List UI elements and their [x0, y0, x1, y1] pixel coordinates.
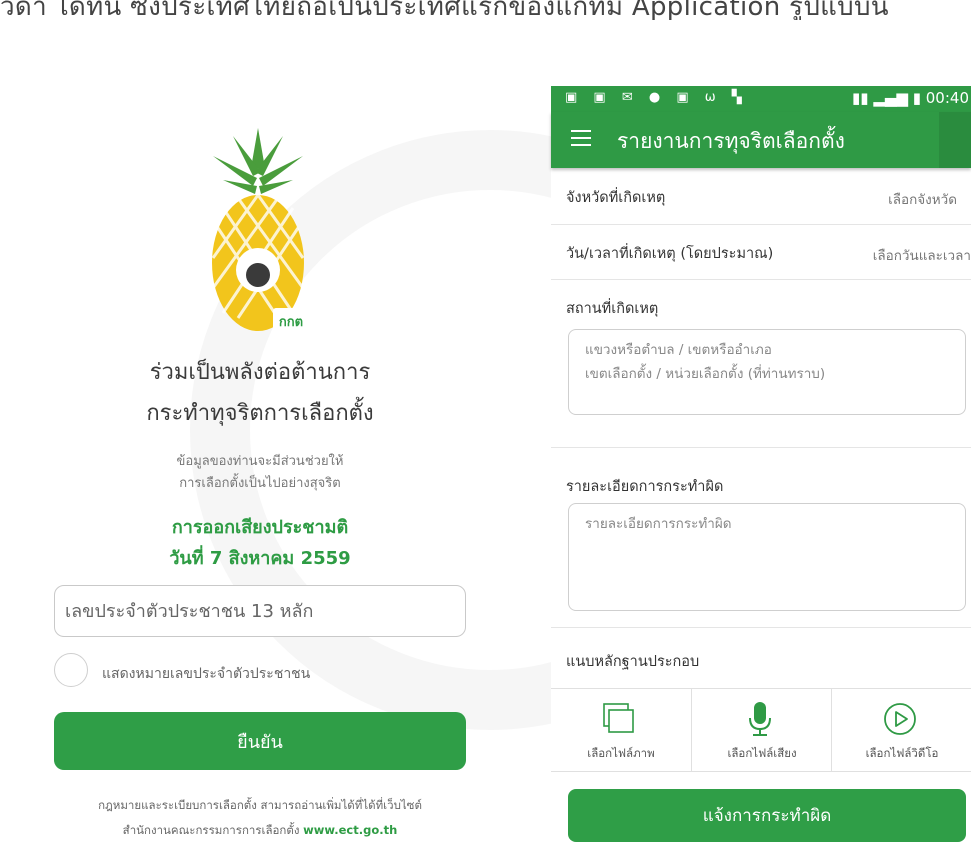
- details-label: รายละเอียดการกระทำผิด: [566, 479, 724, 495]
- province-row[interactable]: จังหวัดที่เกิดเหตุ เลือกจังหวัด: [551, 168, 971, 225]
- battery-icon: ▮: [912, 89, 921, 107]
- attach-audio-label: เลือกไฟล์เสียง: [727, 746, 797, 760]
- footer-line-1: กฎหมายและระเบียบการเลือกตั้ง สามารถอ่านเ…: [98, 798, 422, 812]
- play-icon: [884, 703, 916, 735]
- report-button[interactable]: แจ้งการกระทำผิด: [568, 789, 966, 842]
- notification-icons: ▣ ▣ ✉ ● ▣ ω ▚: [565, 90, 748, 105]
- event-title: การออกเสียงประชามติ: [171, 517, 349, 538]
- citizen-id-input[interactable]: [54, 585, 466, 637]
- details-section: รายละเอียดการกระทำผิด รายละเอียดการกระทำ…: [551, 447, 971, 628]
- app-bar: รายงานการทุจริตเลือกตั้ง: [551, 112, 971, 168]
- microphone-icon: [749, 702, 771, 736]
- location-placeholder-2: เขตเลือกตั้ง / หน่วยเลือกตั้ง (ที่ท่านทร…: [585, 366, 826, 382]
- footer-org: สำนักงานคณะกรรมการการเลือกตั้ง: [122, 823, 300, 837]
- attach-audio-button[interactable]: เลือกไฟล์เสียง: [691, 689, 831, 771]
- datetime-row[interactable]: วัน/เวลาที่เกิดเหตุ (โดยประมาณ) เลือกวัน…: [551, 224, 971, 280]
- confirm-button[interactable]: ยืนยัน: [54, 712, 466, 770]
- province-label: จังหวัดที่เกิดเหตุ: [566, 190, 666, 206]
- document-caption: ว้ดา ได้ที่นั้ ซึ่งประเทศไทยถือเป็นประเท…: [0, 0, 889, 20]
- app-bar-edge: [939, 112, 971, 168]
- signal-icon: ▮▮ ▂▄▆: [852, 89, 908, 107]
- headline-line-2: กระทำทุจริตการเลือกตั้ง: [146, 401, 374, 426]
- show-id-radio[interactable]: [54, 653, 88, 687]
- subtitle-line-2: การเลือกตั้งเป็นไปอย่างสุจริต: [179, 476, 341, 491]
- status-bar: ▣ ▣ ✉ ● ▣ ω ▚ ▮▮ ▂▄▆ ▮ 00:40: [551, 86, 971, 112]
- attach-image-label: เลือกไฟล์ภาพ: [587, 746, 655, 760]
- attach-video-button[interactable]: เลือกไฟล์วิดีโอ: [831, 689, 971, 771]
- event-date: วันที่ 7 สิงหาคม 2559: [169, 548, 351, 569]
- location-section: สถานที่เกิดเหตุ แขวงหรือตำบล / เขตหรืออำ…: [551, 279, 971, 448]
- footer-line-2: สำนักงานคณะกรรมการการเลือกตั้ง www.ect.g…: [40, 822, 480, 840]
- attach-video-label: เลือกไฟล์วิดีโอ: [865, 746, 939, 760]
- datetime-select[interactable]: เลือกวันและเวลา: [873, 244, 971, 266]
- province-select[interactable]: เลือกจังหวัด: [888, 188, 957, 210]
- location-placeholder-1: แขวงหรือตำบล / เขตหรืออำเภอ: [585, 342, 772, 358]
- login-screen: กกต ร่วมเป็นพลังต่อต้านการ กระทำทุจริตกา…: [40, 120, 480, 846]
- subtitle-line-1: ข้อมูลของท่านจะมีส่วนช่วยให้: [176, 454, 344, 469]
- status-time: 00:40: [925, 89, 969, 107]
- confirm-button-label: ยืนยัน: [237, 731, 283, 753]
- attachment-row: เลือกไฟล์ภาพ เลือกไฟล์เสียง เลือกไฟล์วิด…: [551, 688, 971, 772]
- headline-line-1: ร่วมเป็นพลังต่อต้านการ: [149, 360, 371, 385]
- attach-image-button[interactable]: เลือกไฟล์ภาพ: [551, 689, 691, 771]
- datetime-label: วัน/เวลาที่เกิดเหตุ (โดยประมาณ): [566, 246, 774, 262]
- report-button-label: แจ้งการกระทำผิด: [702, 806, 832, 826]
- location-field[interactable]: แขวงหรือตำบล / เขตหรืออำเภอ เขตเลือกตั้ง…: [568, 329, 966, 415]
- details-placeholder: รายละเอียดการกระทำผิด: [585, 516, 732, 532]
- report-screen: ▣ ▣ ✉ ● ▣ ω ▚ ▮▮ ▂▄▆ ▮ 00:40 รายงานการทุ…: [551, 86, 971, 846]
- evidence-label: แนบหลักฐานประกอบ: [566, 654, 700, 670]
- image-icon: [603, 703, 634, 733]
- pineapple-logo: กกต: [203, 128, 313, 343]
- menu-icon[interactable]: [571, 130, 591, 150]
- ect-website-link[interactable]: www.ect.go.th: [303, 823, 397, 837]
- app-title: รายงานการทุจริตเลือกตั้ง: [617, 129, 845, 153]
- status-right: ▮▮ ▂▄▆ ▮ 00:40: [852, 89, 969, 107]
- logo-text: กกต: [279, 315, 303, 330]
- details-field[interactable]: รายละเอียดการกระทำผิด: [568, 503, 966, 611]
- show-id-label: แสดงหมายเลขประจำตัวประชาชน: [102, 666, 311, 682]
- location-label: สถานที่เกิดเหตุ: [566, 301, 659, 317]
